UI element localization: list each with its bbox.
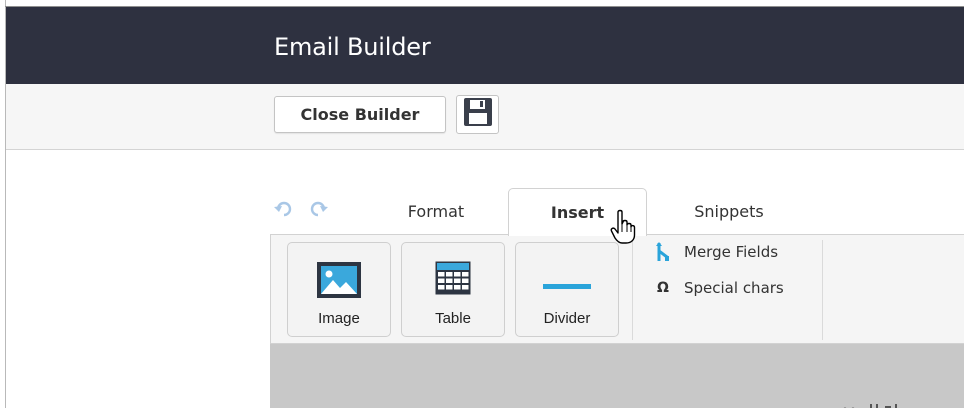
- page-title: Email Builder: [274, 33, 431, 61]
- divider-button-label: Divider: [543, 310, 591, 327]
- merge-fields-icon: [652, 241, 674, 263]
- image-icon: [316, 261, 362, 304]
- insert-divider-button[interactable]: Divider: [515, 242, 619, 337]
- title-bar: Email Builder: [6, 7, 964, 84]
- hand-pointer-cursor: [610, 209, 636, 250]
- tab-format[interactable]: Format: [370, 188, 502, 234]
- canvas-content-fragment: [835, 398, 964, 408]
- floppy-disk-icon: [463, 97, 493, 132]
- undo-icon[interactable]: [274, 200, 294, 218]
- redo-icon[interactable]: [308, 200, 328, 218]
- save-button[interactable]: [456, 95, 499, 134]
- image-button-label: Image: [318, 310, 360, 327]
- merge-fields-label: Merge Fields: [684, 243, 779, 261]
- divider-icon: [543, 277, 591, 295]
- table-button-label: Table: [435, 310, 471, 327]
- special-chars-label: Special chars: [684, 279, 784, 297]
- ribbon-divider: [822, 240, 823, 340]
- merge-fields-menu[interactable]: Merge Fields: [652, 240, 778, 264]
- omega-icon: Ω: [657, 280, 669, 296]
- insert-table-button[interactable]: Table: [401, 242, 505, 337]
- undo-redo-group: [274, 200, 328, 218]
- tab-snippets[interactable]: Snippets: [660, 188, 798, 234]
- insert-image-button[interactable]: Image: [287, 242, 391, 337]
- close-builder-button[interactable]: Close Builder: [274, 96, 446, 133]
- table-icon: [435, 261, 471, 300]
- special-chars-menu[interactable]: Ω Special chars: [652, 276, 784, 300]
- builder-toolbar: Close Builder: [6, 84, 964, 150]
- ribbon-divider: [632, 240, 633, 340]
